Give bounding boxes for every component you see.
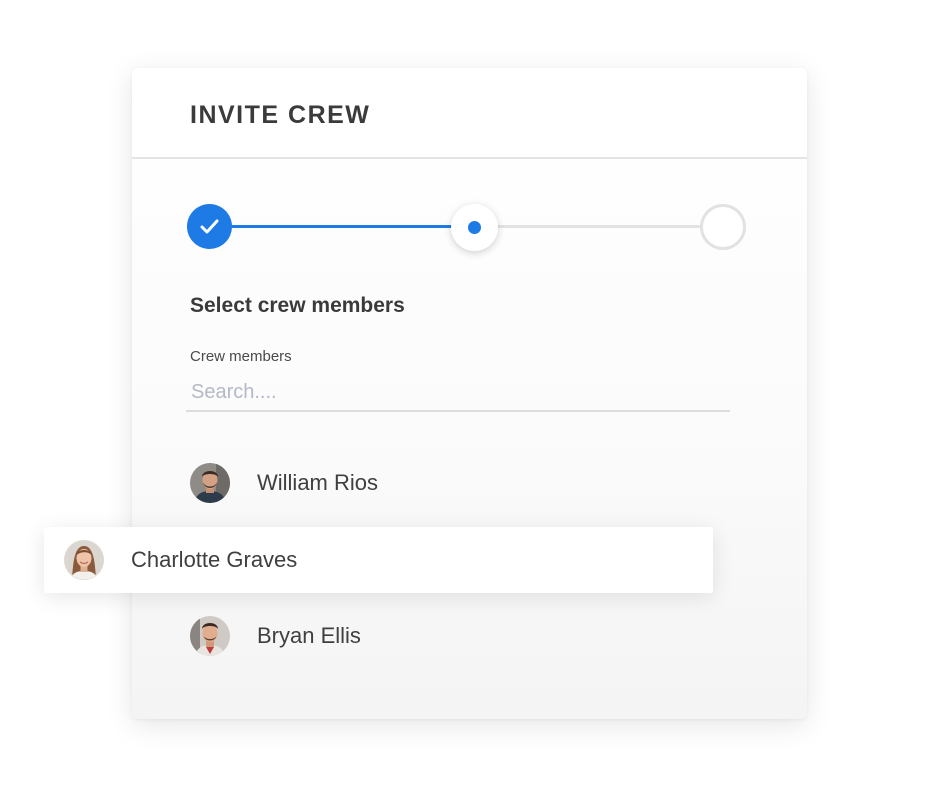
current-step-dot [468,221,481,234]
member-list-item[interactable]: Bryan Ellis [190,614,361,658]
avatar [190,616,230,656]
member-name: William Rios [257,470,378,495]
avatar [64,540,104,580]
step-2-current[interactable] [451,204,498,251]
avatar [190,463,230,503]
step-1-complete[interactable] [187,204,232,249]
member-name: Bryan Ellis [257,623,361,648]
dialog-header: INVITE CREW [132,68,807,159]
member-list-item[interactable]: William Rios [190,461,378,505]
dragging-member-row[interactable]: Charlotte Graves [44,527,713,593]
dialog-title: INVITE CREW [190,101,371,129]
stepper-progress-line-complete [230,225,475,228]
check-icon [200,219,219,234]
stepper-progress-line-upcoming [494,225,704,228]
crew-members-label: Crew members [190,348,292,365]
section-title: Select crew members [190,294,405,317]
step-3-upcoming[interactable] [700,204,746,250]
member-name: Charlotte Graves [131,547,298,572]
member-list-item[interactable]: Charlotte Graves [64,538,297,582]
crew-search-input[interactable] [186,374,730,412]
